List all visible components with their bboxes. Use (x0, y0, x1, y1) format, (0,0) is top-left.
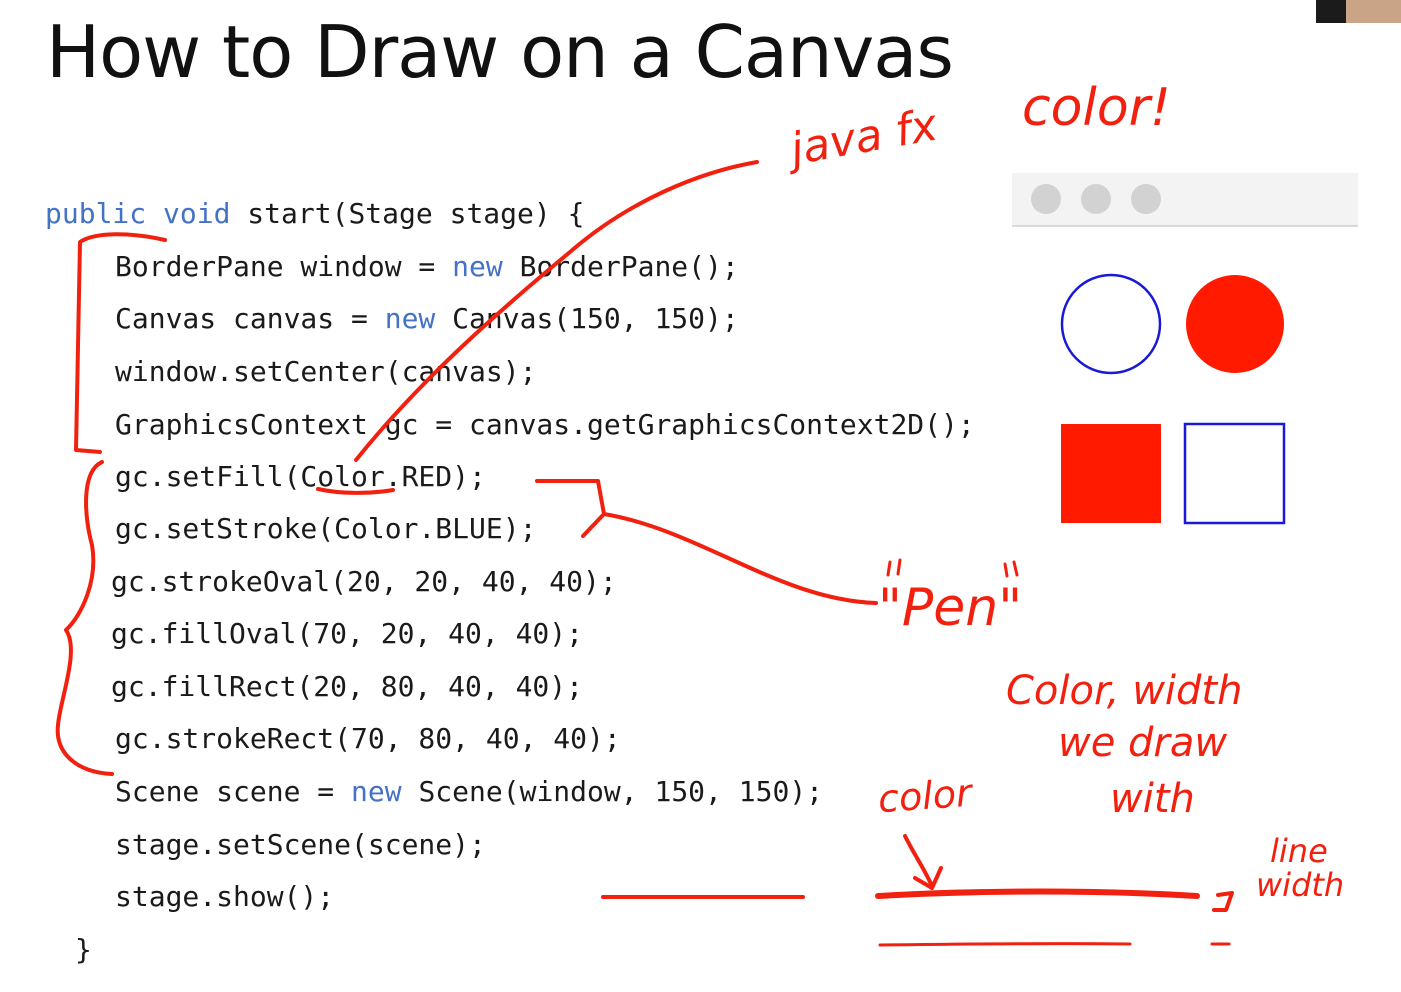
code-line-11: gc.strokeRect(70, 80, 40, 40); (115, 722, 621, 755)
code-text: start(Stage stage) { (230, 197, 585, 230)
sample-line-2 (875, 888, 1200, 899)
code-keyword: public void (45, 197, 231, 230)
code-keyword: new (384, 302, 436, 335)
code-text: BorderPane(); (502, 250, 739, 283)
webcam-thumbnail-face (1346, 0, 1401, 23)
annotation-pen-desc-3: with (1110, 776, 1195, 822)
annotation-width-label: width (1256, 866, 1345, 904)
code-line-2: BorderPane window = new BorderPane(); (115, 250, 739, 284)
preview-canvas (1060, 273, 1286, 525)
quote-marks (886, 558, 1019, 578)
code-line-10: gc.fillRect(20, 80, 40, 40); (111, 670, 584, 703)
code-line-3: Canvas canvas = new Canvas(150, 150); (115, 302, 739, 336)
code-text: Canvas(150, 150); (435, 302, 739, 335)
annotation-color-label: color (876, 770, 973, 822)
code-line-1: public void start(Stage stage) { (45, 197, 584, 231)
sample-line-3 (878, 942, 1132, 947)
code-keyword: new (351, 775, 402, 808)
code-line-6: gc.setFill(Color.RED); (115, 460, 486, 493)
preview-window-titlebar (1012, 173, 1358, 227)
window-close-dot-icon (1031, 184, 1061, 214)
fill-oval (1186, 275, 1284, 373)
code-line-13: stage.setScene(scene); (115, 828, 486, 861)
code-text: Canvas canvas = (115, 302, 385, 335)
window-maximize-dot-icon (1131, 184, 1161, 214)
code-line-5: GraphicsContext gc = canvas.getGraphicsC… (115, 408, 975, 441)
code-line-4: window.setCenter(canvas); (115, 355, 537, 388)
annotation-pen-desc-1: Color, width (1006, 668, 1243, 714)
annotation-line-label: line (1270, 832, 1328, 870)
annotation-javafx: java fx (786, 99, 942, 176)
code-text: Scene(window, 150, 150); (401, 775, 824, 808)
code-line-7: gc.setStroke(Color.BLUE); (115, 512, 537, 545)
stroke-oval (1060, 273, 1162, 375)
code-text: Scene scene = (115, 775, 352, 808)
brace-drawing (55, 460, 114, 776)
slide-title: How to Draw on a Canvas (46, 10, 954, 94)
annotation-pen: "Pen" (878, 578, 1023, 638)
arrow-to-line (903, 834, 943, 890)
code-line-12: Scene scene = new Scene(window, 150, 150… (115, 775, 823, 809)
stroke-rect (1183, 422, 1286, 525)
annotation-pen-desc-2: we draw (1058, 720, 1228, 766)
code-line-14: stage.show(); (115, 880, 335, 913)
fill-rect (1061, 424, 1161, 523)
code-keyword: new (452, 250, 503, 283)
code-text: BorderPane window = (115, 250, 453, 283)
annotation-color-exclaim: color! (1022, 78, 1171, 138)
code-line-9: gc.fillOval(70, 20, 40, 40); (111, 617, 584, 650)
window-minimize-dot-icon (1081, 184, 1111, 214)
code-line-8: gc.strokeOval(20, 20, 40, 40); (111, 565, 617, 598)
width-tick (1212, 891, 1234, 912)
code-line-15: } (75, 933, 92, 966)
